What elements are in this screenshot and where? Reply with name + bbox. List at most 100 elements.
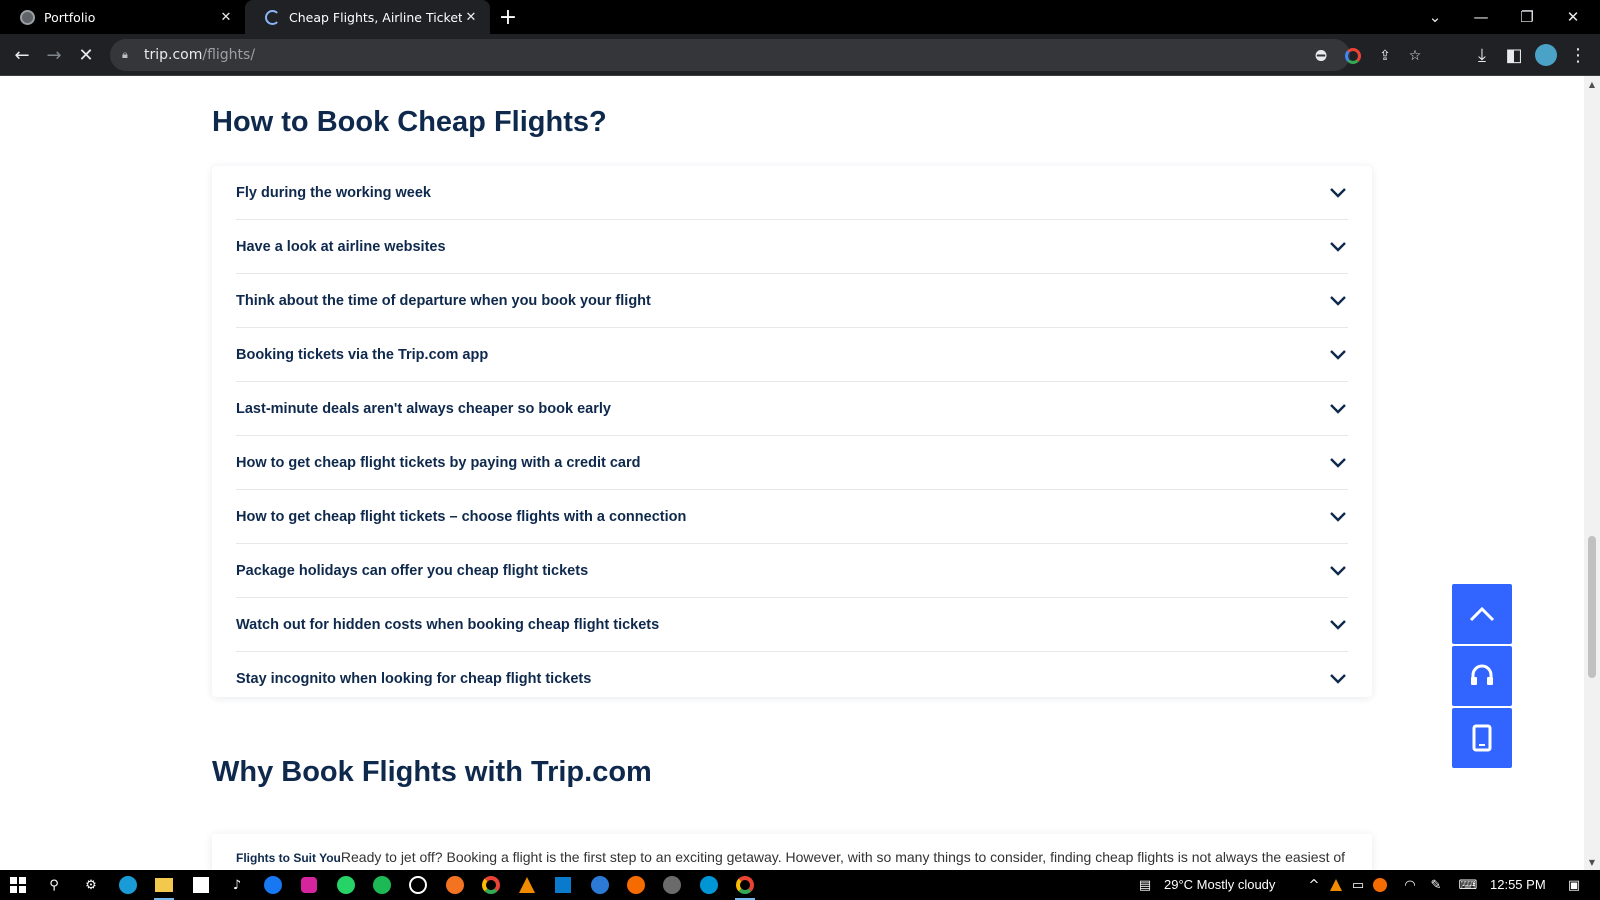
tray-avast-icon[interactable] [1368, 873, 1392, 897]
tab-title: Cheap Flights, Airline Tickets & P [289, 9, 462, 25]
app-blue-icon[interactable] [588, 873, 612, 897]
back-to-top-button[interactable] [1452, 584, 1512, 644]
vlc-icon[interactable] [515, 873, 539, 897]
battery-icon[interactable]: ▭ [1346, 873, 1370, 897]
lock-icon[interactable]: 🔒︎ [122, 48, 136, 62]
browser-menu-icon[interactable]: ⋮ [1562, 39, 1594, 71]
weather-icon[interactable]: ▤ [1133, 873, 1157, 897]
tiktok-icon[interactable]: ♪ [225, 873, 249, 897]
chevron-down-icon[interactable] [1328, 453, 1348, 473]
whatsapp-icon[interactable] [334, 873, 358, 897]
faq-item[interactable]: Booking tickets via the Trip.com app [236, 328, 1348, 382]
faq-item[interactable]: Have a look at airline websites [236, 220, 1348, 274]
browser-tab-strip: Portfolio ✕ Cheap Flights, Airline Ticke… [0, 0, 1600, 34]
download-icon[interactable]: ⤓ [1466, 39, 1498, 71]
new-tab-plus-icon[interactable]: + [490, 0, 526, 34]
chevron-down-icon[interactable] [1328, 669, 1348, 689]
close-tab-icon[interactable]: ✕ [217, 10, 235, 25]
vscode-icon[interactable] [551, 873, 575, 897]
page-scrollbar[interactable]: ▲ ▼ [1584, 76, 1600, 870]
bookmark-star-icon[interactable]: ☆ [1404, 45, 1426, 67]
minimize-icon[interactable]: — [1458, 0, 1504, 34]
close-tab-icon[interactable]: ✕ [462, 10, 480, 25]
notifications-icon[interactable]: ▣ [1562, 873, 1586, 897]
file-explorer-icon[interactable] [152, 873, 176, 900]
faq-item[interactable]: Fly during the working week [236, 166, 1348, 220]
chevron-down-icon[interactable] [1328, 237, 1348, 257]
forward-arrow-icon[interactable]: → [38, 39, 70, 71]
tray-chevron-up-icon[interactable]: ^ [1302, 873, 1326, 897]
hp-icon[interactable] [697, 873, 721, 897]
keyboard-icon[interactable]: ⌨ [1456, 873, 1480, 897]
side-panel-icon[interactable]: ◧ [1498, 39, 1530, 71]
why-card: Flights to Suit YouReady to jet off? Boo… [212, 834, 1372, 870]
customer-support-button[interactable] [1452, 646, 1512, 706]
tab-portfolio[interactable]: Portfolio ✕ [0, 0, 245, 34]
chrome-active-icon[interactable] [733, 873, 757, 900]
faq-item[interactable]: Watch out for hidden costs when booking … [236, 598, 1348, 652]
chevron-down-icon[interactable] [1328, 507, 1348, 527]
faq-question: How to get cheap flight tickets by payin… [236, 454, 641, 471]
faq-item[interactable]: Package holidays can offer you cheap fli… [236, 544, 1348, 598]
address-bar[interactable]: 🔒︎ trip.com/flights/ ⛔︎ ⇪ ☆ [110, 39, 1421, 71]
headset-icon [1471, 664, 1493, 685]
google-icon[interactable] [1342, 45, 1364, 67]
edge-icon[interactable] [116, 873, 140, 897]
pen-icon[interactable]: ✎ [1424, 873, 1448, 897]
wifi-icon[interactable]: ◠ [1398, 873, 1422, 897]
tab-title: Portfolio [44, 9, 96, 25]
url-host: trip.com [144, 47, 203, 63]
chevron-down-icon[interactable] [1328, 561, 1348, 581]
avast-icon[interactable] [624, 873, 648, 897]
chrome-icon[interactable] [479, 873, 503, 897]
mobile-app-button[interactable] [1452, 708, 1512, 768]
url-text[interactable]: trip.com/flights/ [144, 47, 255, 63]
faq-item[interactable]: Last-minute deals aren't always cheaper … [236, 382, 1348, 436]
spotify-icon[interactable] [370, 873, 394, 897]
share-icon[interactable]: ⇪ [1374, 45, 1396, 67]
instagram-icon[interactable] [297, 873, 321, 897]
restore-icon[interactable]: ❐ [1504, 0, 1550, 34]
scrollbar-thumb[interactable] [1588, 536, 1596, 678]
weather-text[interactable]: 29°C Mostly cloudy [1164, 877, 1275, 892]
chevron-up-icon [1469, 606, 1495, 622]
windows-start-icon[interactable] [6, 873, 30, 897]
chevron-down-icon[interactable] [1328, 183, 1348, 203]
faq-item[interactable]: Think about the time of departure when y… [236, 274, 1348, 328]
media-player-icon[interactable] [406, 873, 430, 897]
scroll-down-arrow-icon[interactable]: ▼ [1588, 858, 1596, 867]
facebook-icon[interactable] [261, 873, 285, 897]
faq-item[interactable]: How to get cheap flight tickets by payin… [236, 436, 1348, 490]
clock-time[interactable]: 12:55 PM [1490, 877, 1546, 892]
globe-icon [20, 9, 35, 25]
why-heading: Why Book Flights with Trip.com [212, 756, 652, 788]
app-circle-icon[interactable] [660, 873, 684, 897]
faq-heading: How to Book Cheap Flights? [212, 106, 607, 138]
chevron-down-icon[interactable] [1328, 399, 1348, 419]
chevron-down-icon[interactable] [1328, 345, 1348, 365]
tab-search-chevron-icon[interactable]: ⌄ [1412, 0, 1458, 34]
url-path: /flights/ [202, 47, 256, 63]
browser-toolbar: ← → ✕ 🔒︎ trip.com/flights/ ⛔︎ ⇪ ☆ ⤓ ◧ ⋮ [0, 34, 1600, 76]
extension-blocked-icon[interactable]: ⛔︎ [1310, 45, 1332, 67]
store-icon[interactable] [189, 873, 213, 897]
scroll-up-arrow-icon[interactable]: ▲ [1588, 80, 1596, 89]
faq-question: Booking tickets via the Trip.com app [236, 346, 489, 363]
tab-trip-flights[interactable]: Cheap Flights, Airline Tickets & P ✕ [245, 0, 490, 34]
why-text: Ready to jet off? Booking a flight is th… [340, 849, 1346, 865]
loading-spinner-icon [265, 9, 280, 25]
tray-vlc-icon[interactable] [1324, 873, 1348, 897]
chevron-down-icon[interactable] [1328, 615, 1348, 635]
faq-question: Watch out for hidden costs when booking … [236, 616, 660, 633]
faq-question: Think about the time of departure when y… [236, 292, 651, 309]
settings-gear-icon[interactable]: ⚙ [79, 873, 103, 897]
back-arrow-icon[interactable]: ← [6, 39, 38, 71]
stop-loading-icon[interactable]: ✕ [70, 39, 102, 71]
app-orange-icon[interactable] [443, 873, 467, 897]
faq-item[interactable]: How to get cheap flight tickets – choose… [236, 490, 1348, 544]
chevron-down-icon[interactable] [1328, 291, 1348, 311]
window-close-icon[interactable]: ✕ [1550, 0, 1596, 34]
faq-item[interactable]: Stay incognito when looking for cheap fl… [236, 652, 1348, 706]
search-icon[interactable]: ⚲ [42, 873, 66, 897]
profile-avatar[interactable] [1530, 39, 1562, 71]
